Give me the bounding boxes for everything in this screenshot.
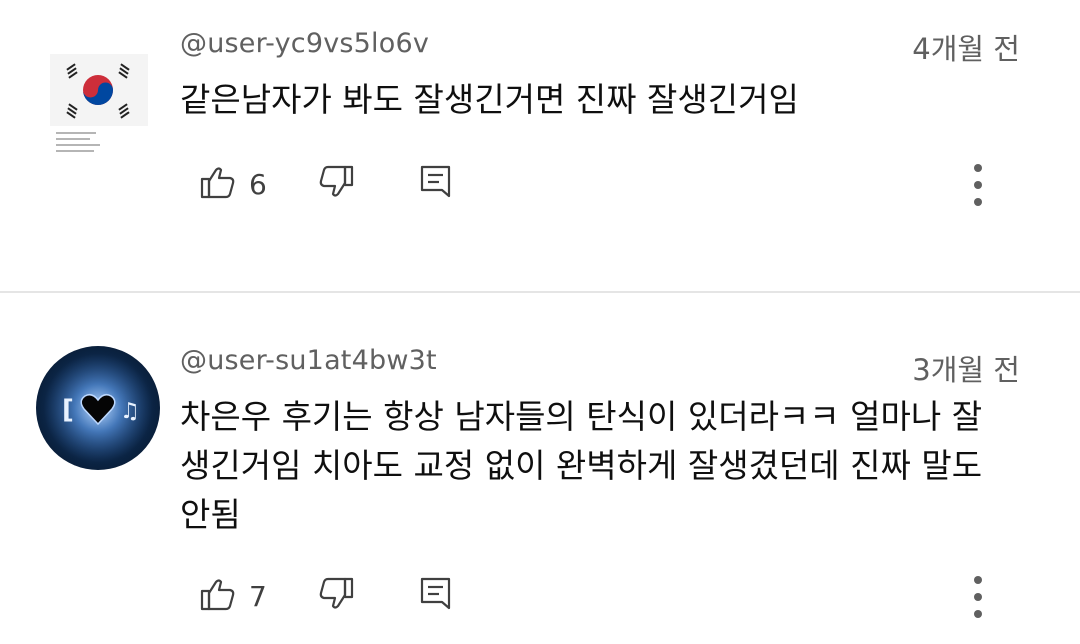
comment-text-line: 안됨 xyxy=(180,495,241,534)
comment-2: [ ♫ @user-su1at4bw3t 3개월 전 차은우 후기는 항상 남자… xyxy=(0,293,1080,644)
comment-author[interactable]: @user-su1at4bw3t xyxy=(180,345,437,376)
reply-icon[interactable] xyxy=(418,574,454,618)
comment-text-line: 차은우 후기는 항상 남자들의 탄식이 있더라ㅋㅋ 얼마나 잘 xyxy=(180,397,983,436)
comment-timestamp: 3개월 전 xyxy=(912,353,1020,387)
comment-actions: 6 xyxy=(0,162,1080,212)
comment-author[interactable]: @user-yc9vs5lo6v xyxy=(180,28,429,59)
comment-text-line: 생긴거임 치아도 교정 없이 완벽하게 잘생겼던데 진짜 말도 xyxy=(180,446,983,485)
avatar[interactable]: [ ♫ xyxy=(36,346,160,470)
korean-flag-icon xyxy=(50,54,148,152)
svg-text:♫: ♫ xyxy=(120,399,140,424)
thumbs-up-icon[interactable] xyxy=(198,162,238,206)
like-count: 6 xyxy=(249,168,267,201)
thumbs-down-icon[interactable] xyxy=(316,162,356,206)
avatar[interactable] xyxy=(36,40,160,164)
comment-1: @user-yc9vs5lo6v 4개월 전 같은남자가 봐도 잘생긴거면 진짜… xyxy=(0,0,1080,290)
more-vert-icon[interactable] xyxy=(968,162,988,212)
comment-text: 차은우 후기는 항상 남자들의 탄식이 있더라ㅋㅋ 얼마나 잘 생긴거임 치아도… xyxy=(180,392,1040,539)
thumbs-up-icon[interactable] xyxy=(198,574,238,618)
comment-actions: 7 xyxy=(0,574,1080,624)
svg-text:[: [ xyxy=(62,395,74,425)
more-vert-icon[interactable] xyxy=(968,574,988,624)
like-count: 7 xyxy=(249,580,267,613)
comment-timestamp: 4개월 전 xyxy=(912,32,1020,66)
comment-text: 같은남자가 봐도 잘생긴거면 진짜 잘생긴거임 xyxy=(180,80,799,119)
heart-icon: [ ♫ xyxy=(40,350,156,466)
thumbs-down-icon[interactable] xyxy=(316,574,356,618)
reply-icon[interactable] xyxy=(418,162,454,206)
